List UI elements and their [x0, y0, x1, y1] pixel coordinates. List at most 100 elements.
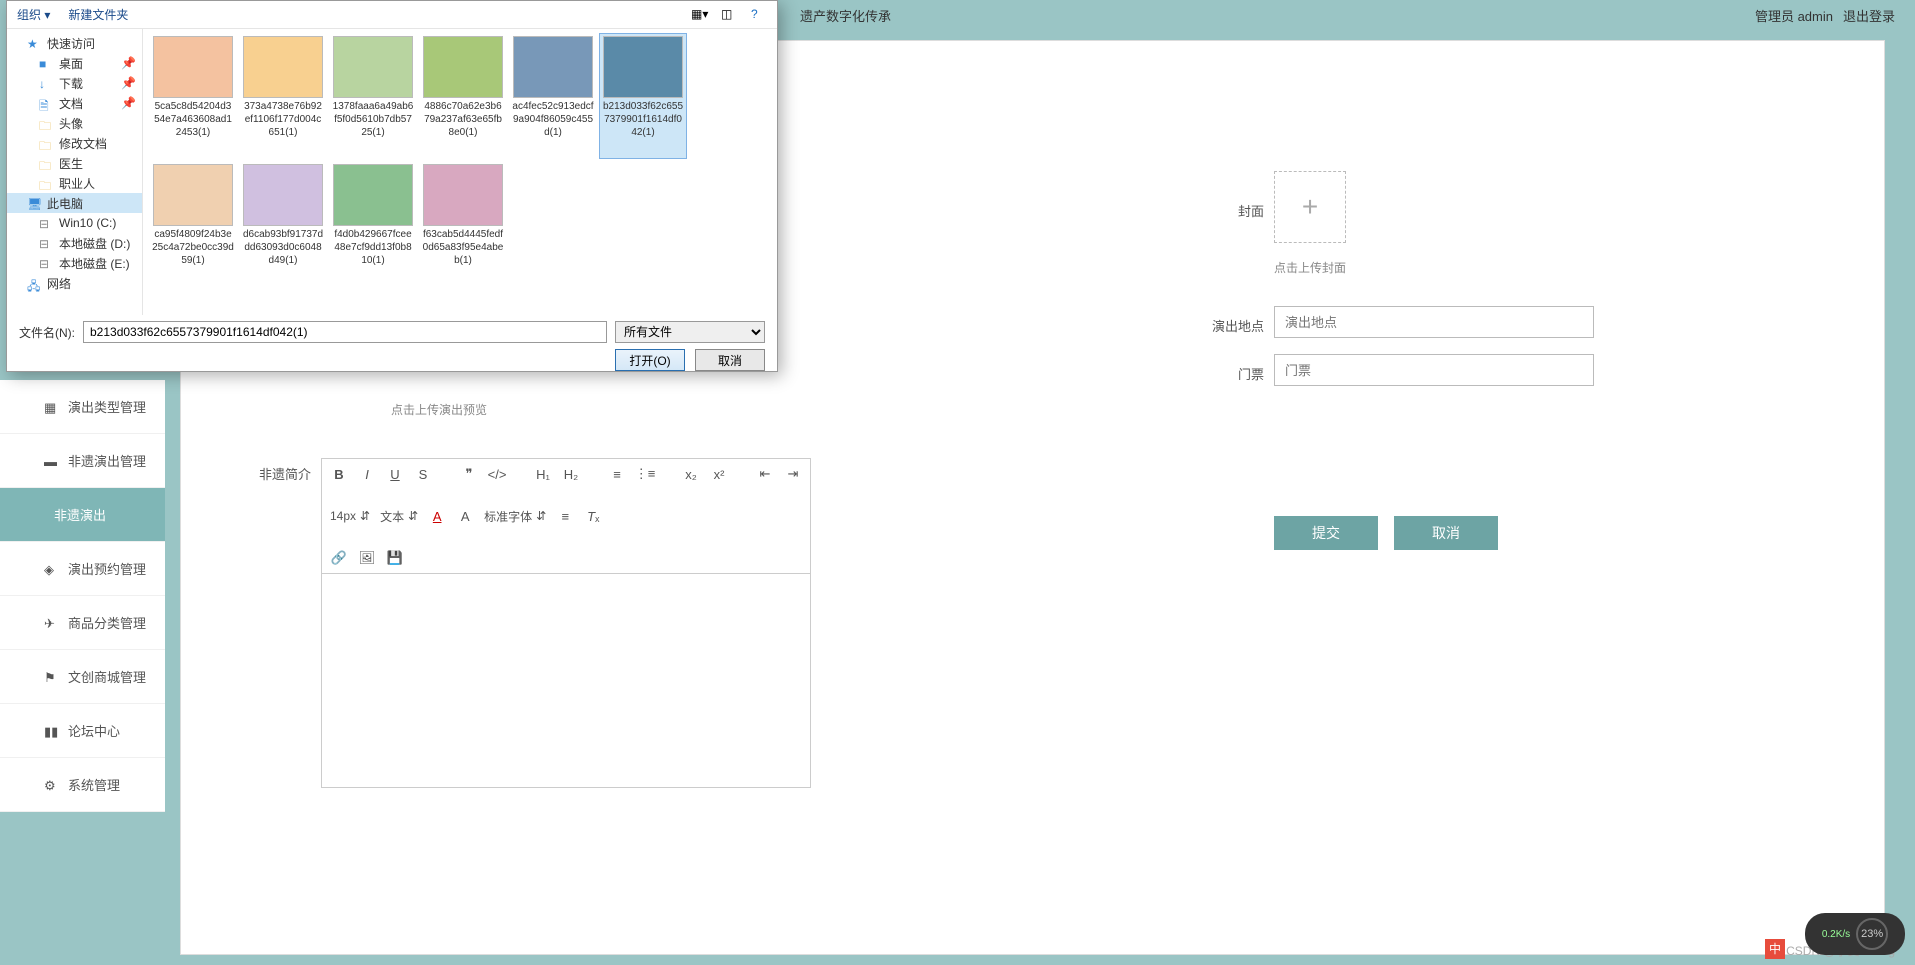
bold-icon[interactable]: B: [330, 465, 348, 483]
link-icon[interactable]: 🔗: [330, 549, 348, 567]
align-icon[interactable]: ≡: [556, 507, 574, 525]
file-item[interactable]: 4886c70a62e3b679a237af63e65fb8e0(1): [419, 33, 507, 159]
sidebar-item-shop[interactable]: ⚑文创商城管理: [0, 650, 165, 704]
underline-icon[interactable]: U: [386, 465, 404, 483]
usage-circle: 23%: [1856, 918, 1888, 950]
chevron-icon: ⇵: [360, 509, 370, 523]
cover-upload-box[interactable]: +: [1274, 171, 1346, 243]
file-thumbnail: [513, 36, 593, 98]
nav-this-pc[interactable]: 🖥此电脑: [7, 193, 142, 213]
ime-icon[interactable]: 中: [1765, 939, 1785, 959]
font-family-select[interactable]: 标准字体 ⇵: [484, 508, 546, 525]
file-item[interactable]: 1378faaa6a49ab6f5f0d5610b7db5725(1): [329, 33, 417, 159]
nav-downloads[interactable]: ↓下载📌: [7, 73, 142, 93]
logout-link[interactable]: 退出登录: [1843, 6, 1895, 25]
intro-label: 非遗简介: [251, 458, 311, 483]
nav-network[interactable]: 🖧网络: [7, 273, 142, 293]
file-item[interactable]: d6cab93bf91737ddd63093d0c6048d49(1): [239, 161, 327, 287]
venue-input[interactable]: [1274, 306, 1594, 338]
sidebar-item-heritage-show[interactable]: 非遗演出: [0, 488, 165, 542]
file-item[interactable]: f63cab5d4445fedf0d65a83f95e4abeb(1): [419, 161, 507, 287]
file-item[interactable]: f4d0b429667fcee48e7cf9dd13f0b810(1): [329, 161, 417, 287]
file-name-label: f63cab5d4445fedf0d65a83f95e4abeb(1): [422, 228, 504, 267]
view-mode-icon[interactable]: ▦▾: [691, 7, 707, 23]
new-folder-button[interactable]: 新建文件夹: [68, 6, 128, 23]
venue-label: 演出地点: [1204, 310, 1264, 335]
subscript-icon[interactable]: x₂: [682, 465, 700, 483]
file-item[interactable]: 5ca5c8d54204d354e7a463608ad12453(1): [149, 33, 237, 159]
file-name-label: 1378faaa6a49ab6f5f0d5610b7db5725(1): [332, 100, 414, 139]
ordered-list-icon[interactable]: ≡: [608, 465, 626, 483]
nav-local-d[interactable]: ⊟本地磁盘 (D:): [7, 233, 142, 253]
sidebar-item-system[interactable]: ⚙系统管理: [0, 758, 165, 812]
file-thumbnail: [333, 36, 413, 98]
ticket-label: 门票: [1204, 358, 1264, 383]
code-icon[interactable]: </>: [488, 465, 506, 483]
chat-icon: ▬: [44, 454, 58, 468]
nav-local-e[interactable]: ⊟本地磁盘 (E:): [7, 253, 142, 273]
dialog-nav-tree[interactable]: ★快速访问 ■桌面📌 ↓下载📌 🗎文档📌 🗀头像 🗀修改文档 🗀医生 🗀职业人 …: [7, 29, 143, 315]
dialog-cancel-button[interactable]: 取消: [695, 349, 765, 371]
file-item[interactable]: 373a4738e76b92ef1106f177d004c651(1): [239, 33, 327, 159]
sidebar-item-category[interactable]: ✈商品分类管理: [0, 596, 165, 650]
disk-icon: ⊟: [39, 237, 53, 249]
font-size-select[interactable]: 14px ⇵: [330, 509, 370, 523]
preview-pane-icon[interactable]: ◫: [721, 7, 737, 23]
network-icon: 🖧: [27, 277, 41, 289]
gear-icon: ⚙: [44, 778, 58, 792]
indent-icon[interactable]: ⇤: [756, 465, 774, 483]
file-item[interactable]: ac4fec52c913edcf9a904f86059c455d(1): [509, 33, 597, 159]
outdent-icon[interactable]: ⇥: [784, 465, 802, 483]
folder-icon: 🗀: [39, 157, 53, 169]
submit-button[interactable]: 提交: [1274, 516, 1378, 550]
send-icon: ✈: [44, 616, 58, 630]
file-item[interactable]: b213d033f62c6557379901f1614df042(1): [599, 33, 687, 159]
rich-text-editor[interactable]: B I U S ❞ </> H₁ H₂ ≡ ⋮≡ x₂ x²: [321, 458, 811, 788]
nav-win10[interactable]: ⊟Win10 (C:): [7, 213, 142, 233]
image-icon[interactable]: 🖼: [358, 549, 376, 567]
file-thumbnail: [153, 36, 233, 98]
font-color-icon[interactable]: A: [428, 507, 446, 525]
nav-desktop[interactable]: ■桌面📌: [7, 53, 142, 73]
quote-icon[interactable]: ❞: [460, 465, 478, 483]
superscript-icon[interactable]: x²: [710, 465, 728, 483]
file-name-label: f4d0b429667fcee48e7cf9dd13f0b810(1): [332, 228, 414, 267]
nav-edit-docs[interactable]: 🗀修改文档: [7, 133, 142, 153]
h1-icon[interactable]: H₁: [534, 465, 552, 483]
ticket-input[interactable]: [1274, 354, 1594, 386]
nav-doctor[interactable]: 🗀医生: [7, 153, 142, 173]
nav-avatar[interactable]: 🗀头像: [7, 113, 142, 133]
sidebar-item-heritage-show-mgmt[interactable]: ▬非遗演出管理: [0, 434, 165, 488]
file-filter-select[interactable]: 所有文件: [615, 321, 765, 343]
h2-icon[interactable]: H₂: [562, 465, 580, 483]
sidebar-item-show-type[interactable]: ▦演出类型管理: [0, 380, 165, 434]
preview-upload-hint: 点击上传演出预览: [391, 401, 1844, 418]
filename-input[interactable]: [83, 321, 607, 343]
help-icon[interactable]: ?: [751, 7, 767, 23]
pc-icon: 🖥: [27, 197, 41, 209]
organize-menu[interactable]: 组织 ▾: [17, 6, 50, 23]
cancel-button[interactable]: 取消: [1394, 516, 1498, 550]
bg-color-icon[interactable]: A: [456, 507, 474, 525]
folder-icon: 🗀: [39, 117, 53, 129]
nav-quick-access[interactable]: ★快速访问: [7, 33, 142, 53]
clear-format-icon[interactable]: Tₓ: [584, 507, 602, 525]
file-name-label: 4886c70a62e3b679a237af63e65fb8e0(1): [422, 100, 504, 139]
unordered-list-icon[interactable]: ⋮≡: [636, 465, 654, 483]
italic-icon[interactable]: I: [358, 465, 376, 483]
save-editor-icon[interactable]: 💾: [386, 549, 404, 567]
file-grid[interactable]: 5ca5c8d54204d354e7a463608ad12453(1)373a4…: [143, 29, 777, 315]
sidebar-item-reservation[interactable]: ◈演出预约管理: [0, 542, 165, 596]
right-form-column: 封面 + 点击上传封面 演出地点 门票 提交 取消: [1204, 171, 1624, 550]
file-item[interactable]: ca95f4809f24b3e25c4a72be0cc39d59(1): [149, 161, 237, 287]
strike-icon[interactable]: S: [414, 465, 432, 483]
system-monitor-widget[interactable]: 0.2K/s 23%: [1805, 913, 1905, 955]
open-button[interactable]: 打开(O): [615, 349, 685, 371]
nav-professional[interactable]: 🗀职业人: [7, 173, 142, 193]
font-type-select[interactable]: 文本 ⇵: [380, 508, 418, 525]
sidebar-item-forum[interactable]: ▮▮论坛中心: [0, 704, 165, 758]
download-icon: ↓: [39, 77, 53, 89]
pin-icon: 📌: [121, 76, 136, 90]
nav-documents[interactable]: 🗎文档📌: [7, 93, 142, 113]
admin-label[interactable]: 管理员 admin: [1755, 6, 1833, 25]
